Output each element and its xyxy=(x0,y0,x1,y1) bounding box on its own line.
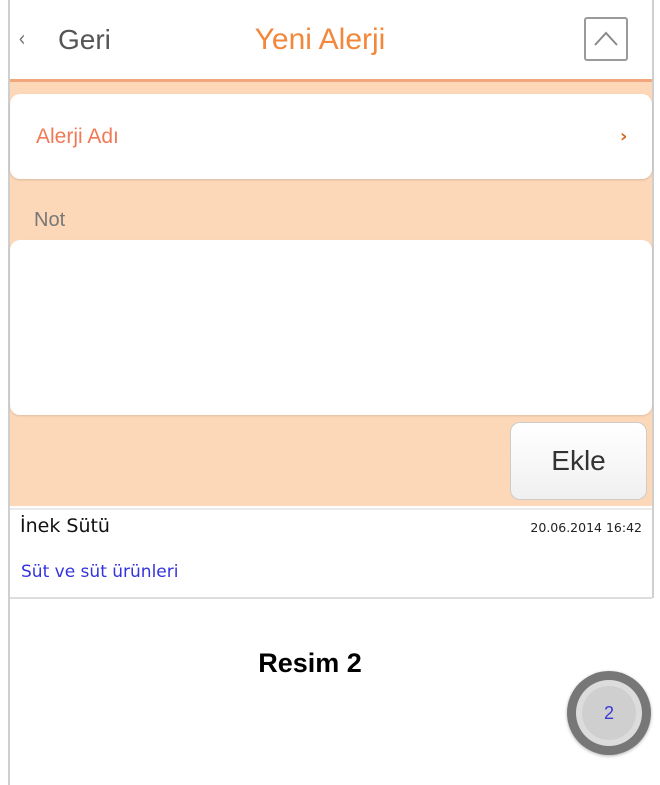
app-screen: ‹ Geri Yeni Alerji Alerji Adı › Not Ekle… xyxy=(0,0,660,785)
right-border xyxy=(652,0,654,598)
allergy-item-category: Süt ve süt ürünleri xyxy=(21,562,179,582)
note-textarea[interactable] xyxy=(10,240,652,415)
page-title: Yeni Alerji xyxy=(254,23,386,56)
collapse-button[interactable] xyxy=(584,17,628,61)
list-divider-bottom xyxy=(10,597,652,599)
chevron-up-icon xyxy=(594,31,618,46)
allergy-name-label: Alerji Adı xyxy=(36,125,119,148)
figure-caption: Resim 2 xyxy=(258,648,362,678)
allergy-item-date: 20.06.2014 16:42 xyxy=(530,520,642,535)
page-badge[interactable]: 2 xyxy=(567,671,651,755)
note-label: Not xyxy=(34,209,66,231)
chevron-right-icon: › xyxy=(620,126,628,147)
allergy-item-name: İnek Sütü xyxy=(20,515,110,537)
page-badge-ring: 2 xyxy=(576,680,642,746)
add-button[interactable]: Ekle xyxy=(510,422,647,500)
page-badge-number: 2 xyxy=(582,686,636,740)
allergy-name-field[interactable]: Alerji Adı › xyxy=(10,94,652,179)
